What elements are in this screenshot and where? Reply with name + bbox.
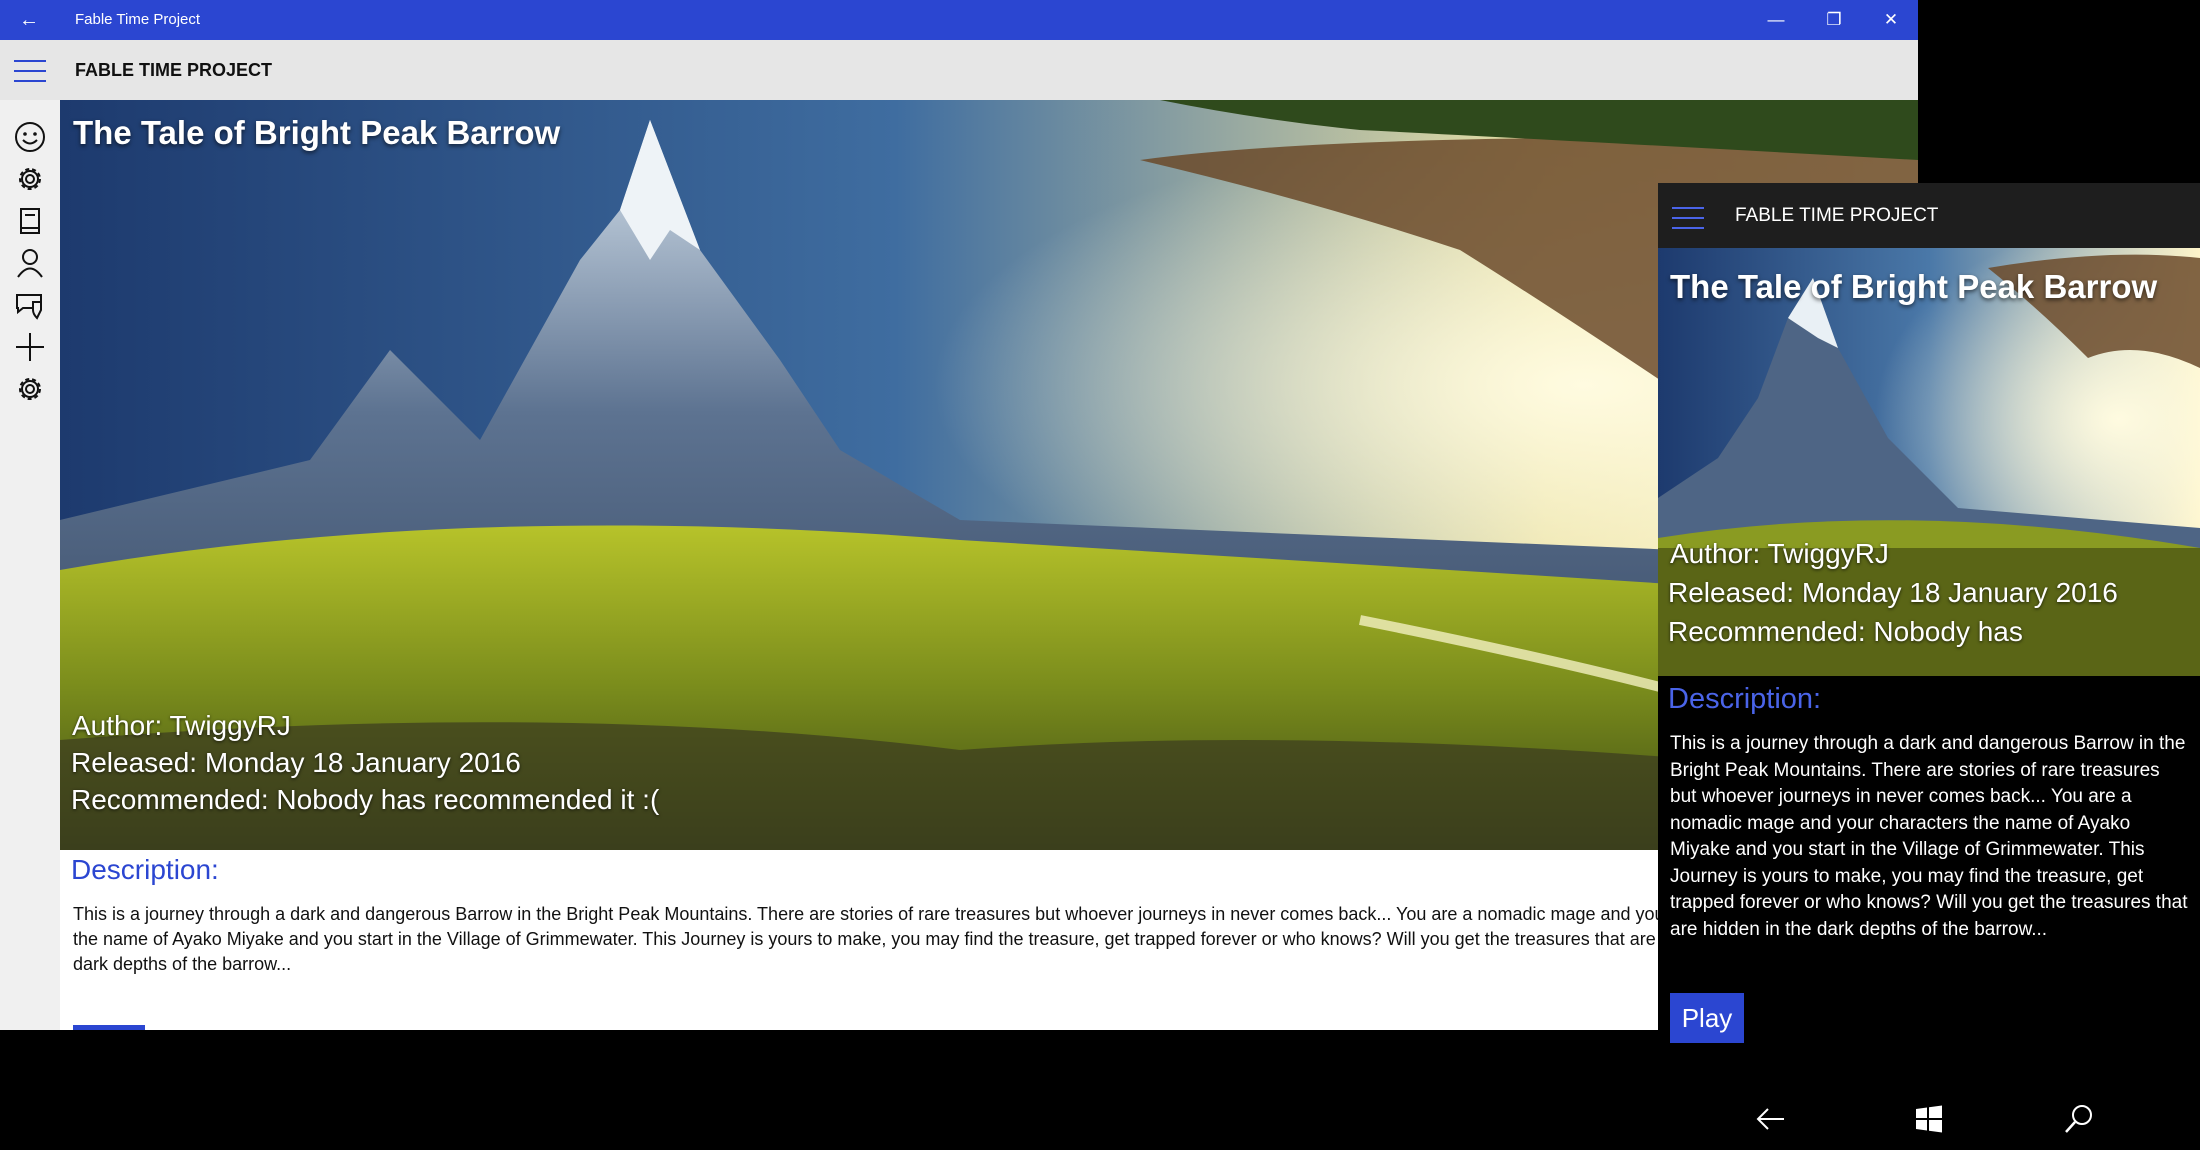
window-titlebar: ← Fable Time Project — ❐ ✕: [0, 0, 1918, 40]
settings-icon[interactable]: [13, 372, 47, 406]
app-title: FABLE TIME PROJECT: [1735, 205, 1939, 226]
chat-shield-icon[interactable]: [13, 288, 47, 322]
story-recommended: Recommended: Nobody has recommended it :…: [71, 784, 660, 815]
description-text: This is a journey through a dark and dan…: [1670, 733, 2188, 940]
titlebar-back-button[interactable]: ←: [14, 6, 44, 34]
story-author: Author: TwiggyRJ: [1670, 538, 1889, 569]
smiley-icon[interactable]: [13, 120, 47, 154]
mountain-landscape-image: [1658, 248, 2200, 676]
close-button[interactable]: ✕: [1862, 0, 1918, 40]
play-button-partial[interactable]: [73, 1025, 145, 1030]
description-text: This is a journey through a dark and dan…: [73, 904, 1764, 974]
story-released: Released: Monday 18 January 2016: [1668, 577, 2118, 608]
mobile-app-screen: FABLE TIME PROJECT The Tale of Bright Pe…: [1658, 183, 2200, 1150]
gear-icon[interactable]: [13, 162, 47, 196]
minimize-button[interactable]: —: [1747, 0, 1805, 40]
story-recommended: Recommended: Nobody has: [1668, 616, 2023, 647]
mountain-landscape-image: [60, 100, 1918, 850]
person-icon[interactable]: [13, 246, 47, 280]
story-detail-content: The Tale of Bright Peak Barrow Author: T…: [60, 100, 1918, 1030]
play-button[interactable]: Play: [1670, 993, 1744, 1043]
mobile-app-header: FABLE TIME PROJECT: [1658, 183, 2200, 248]
description-label: Description:: [71, 854, 219, 885]
window-title: Fable Time Project: [75, 11, 201, 28]
windows-start-icon[interactable]: [1912, 1102, 1946, 1136]
story-hero-image: The Tale of Bright Peak Barrow Author: T…: [1658, 248, 2200, 676]
hamburger-menu-icon[interactable]: [14, 60, 46, 82]
story-title: The Tale of Bright Peak Barrow: [1670, 268, 2158, 305]
mobile-nav-bar: [1658, 1090, 2200, 1150]
desktop-app-window: ← Fable Time Project — ❐ ✕ FABLE TIME PR…: [0, 0, 1918, 1030]
app-title: FABLE TIME PROJECT: [75, 60, 273, 80]
story-released: Released: Monday 18 January 2016: [71, 747, 521, 778]
back-arrow-icon[interactable]: [1754, 1102, 1788, 1136]
book-icon[interactable]: [13, 204, 47, 238]
sidebar: [0, 100, 60, 1030]
restore-button[interactable]: ❐: [1805, 0, 1863, 40]
app-header: FABLE TIME PROJECT: [0, 40, 1918, 100]
plus-icon[interactable]: [13, 330, 47, 364]
description-label: Description:: [1668, 683, 1822, 715]
story-hero-image: The Tale of Bright Peak Barrow Author: T…: [60, 100, 1918, 850]
search-icon[interactable]: [2062, 1102, 2096, 1136]
story-author: Author: TwiggyRJ: [72, 710, 291, 741]
story-title: The Tale of Bright Peak Barrow: [73, 114, 561, 151]
hamburger-menu-icon[interactable]: [1672, 207, 1704, 229]
